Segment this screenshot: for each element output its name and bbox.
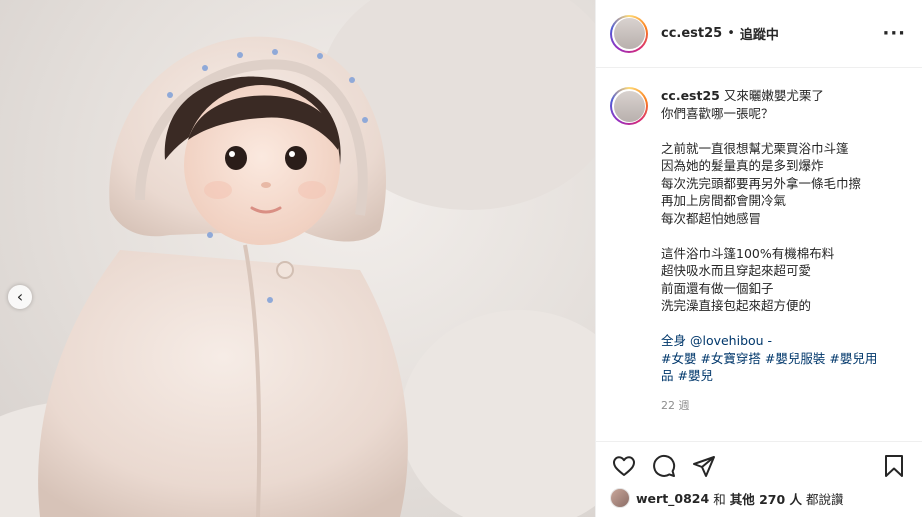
heart-icon [613,455,635,476]
more-options-icon[interactable]: ··· [882,23,906,44]
caption-username[interactable]: cc.est25 [661,88,720,103]
avatar[interactable] [610,14,648,53]
chevron-left-icon: ‹ [16,287,24,306]
caption-avatar[interactable] [610,87,648,125]
caption-line: 這件浴巾斗篷100%有機棉布料 [661,245,835,261]
caption-line: 你們喜歡哪一張呢？ [661,105,774,121]
share-button[interactable] [684,446,724,486]
post-actions [596,441,922,489]
baby-photo-illustration [0,0,595,517]
caption-line: 之前就一直很想幫尤栗買浴巾斗篷 [661,140,849,156]
liker-username[interactable]: wert_0824 [636,491,709,506]
caption-line: 又來曬嫩嬰尤栗了 [723,88,824,103]
caption-line: 每次都超怕她感冒 [661,210,762,226]
comment-icon [653,454,676,477]
post-caption: cc.est25 又來曬嫩嬰尤栗了 你們喜歡哪一張呢？ 之前就一直很想幫尤栗買浴巾… [596,69,922,441]
following-button[interactable]: 追蹤中 [740,24,779,43]
hashtags[interactable]: 品 #嬰兒 [661,367,906,385]
caption-line: 洗完澡直接包起來超方便的 [661,298,812,313]
likes-summary: wert_0824 和 其他 270 人 都說讚 [610,488,844,508]
like-button[interactable] [604,446,644,486]
liker-avatar[interactable] [610,488,630,508]
post-side-panel: cc.est25 • 追蹤中 ··· cc.est25 又來曬嫩嬰尤栗了 你們喜歡… [595,0,922,517]
bookmark-icon [885,454,903,477]
post-header: cc.est25 • 追蹤中 ··· [596,0,922,68]
caption-line: 因為她的髮量真的是多到爆炸 [661,158,824,173]
previous-photo-button[interactable]: ‹ [8,285,32,309]
separator-dot: • [727,26,735,41]
post-time[interactable]: 22 週 [661,397,906,415]
hashtags[interactable]: #女嬰 #女寶穿搭 #嬰兒服裝 #嬰兒用 [661,350,906,368]
save-button[interactable] [874,446,914,486]
author-username[interactable]: cc.est25 [661,26,722,41]
comment-button[interactable] [644,446,684,486]
paper-plane-icon [693,455,715,477]
mention-lovehibou[interactable]: 全身 @lovehibou - [661,332,906,350]
caption-line: 前面還有做一個釦子 [661,280,774,296]
caption-line: 再加上房間都會開冷氣 [661,193,787,208]
likes-suffix: 都說讚 [806,491,844,507]
others-count[interactable]: 其他 270 人 [730,489,802,508]
caption-text: cc.est25 又來曬嫩嬰尤栗了 你們喜歡哪一張呢？ 之前就一直很想幫尤栗買浴巾… [661,87,906,441]
caption-line: 超快吸水而且穿起來超可愛 [661,263,812,278]
instagram-post: ‹ cc.est25 • 追蹤中 ··· cc.est25 又來曬嫩嬰尤栗了 你們… [0,0,922,517]
post-photo[interactable]: ‹ [0,0,595,517]
likes-and: 和 [713,491,726,507]
caption-line: 每次洗完頭都要再另外拿一條毛巾擦 [661,175,862,191]
